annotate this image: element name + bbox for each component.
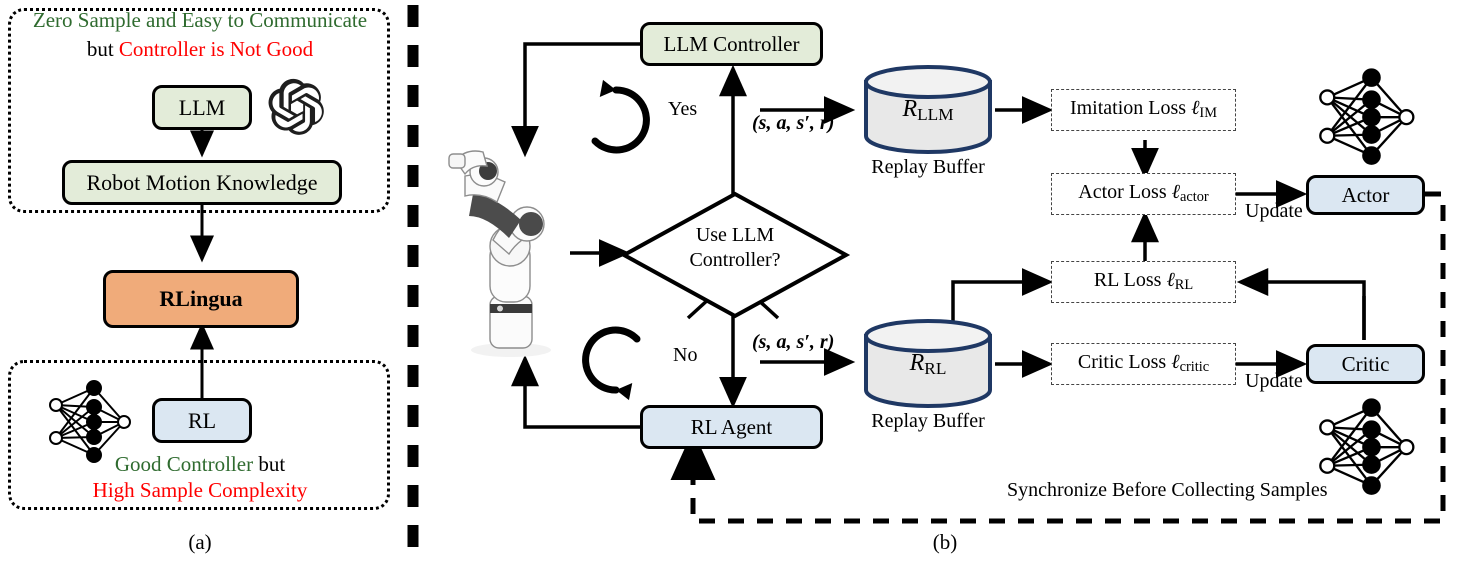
panel-b-box-rl-agent[interactable]: RL Agent [640,405,823,449]
replay-buffer-llm-caption-text: Replay Buffer [871,156,985,178]
panel-b-box-critic-label: Critic [1341,351,1390,376]
panel-b-box-llm-controller-label: LLM Controller [663,31,800,56]
neural-network-icon [1319,68,1415,165]
decision-line1: Use LLM [695,224,775,246]
branch-label-yes-text: Yes [668,98,698,120]
replay-buffer-rl-caption-text: Replay Buffer [871,410,985,432]
panel-a-box-rlingua[interactable]: RLingua [103,270,299,328]
rl-group-line1-suffix: but [253,452,286,476]
loss-box-rl-name: RL Loss [1093,269,1162,292]
panel-b-box-critic[interactable]: Critic [1306,344,1425,384]
figure-root: Zero Sample and Easy to Communicate but … [0,0,1467,565]
loss-box-imitation-subscript: IM [1199,105,1218,122]
panel-b-caption-text: (b) [932,530,958,554]
branch-label-no-text: No [673,344,698,366]
replay-buffer-rl-symbol: RRL [858,350,998,379]
loss-box-rl-subscript: RL [1174,277,1194,294]
panel-a-caption-text: (a) [188,530,212,554]
replay-buffer-llm-symbol-text: R [902,96,918,122]
replay-buffer-rl-caption: Replay Buffer [838,410,1018,433]
panel-b-box-actor-label: Actor [1341,182,1390,207]
rl-group-line2-red: High Sample Complexity [92,478,308,502]
loss-box-actor[interactable]: Actor Loss ℓactor [1051,173,1236,215]
replay-buffer-rl-subscript: RL [924,358,947,378]
rl-group-line1: Good Controller but [18,452,382,477]
panel-b-box-llm-controller[interactable]: LLM Controller [640,22,823,66]
replay-buffer-llm-subscript: LLM [917,104,954,124]
loss-box-actor-symbol: ℓ [1171,181,1180,204]
transition-tuple-rl: (s, a, s′, r) [752,331,835,353]
panel-a-caption: (a) [18,530,382,555]
loss-box-critic-symbol: ℓ [1171,351,1180,374]
panel-divider [407,5,419,550]
update-label-critic: Update [1245,370,1303,393]
panel-b-box-rl-agent-label: RL Agent [690,414,773,439]
update-label-actor: Update [1245,200,1303,223]
update-label-critic-text: Update [1245,370,1303,392]
replay-buffer-rl-symbol-text: R [909,350,925,376]
branch-label-no: No [673,344,697,367]
replay-buffer-llm-caption: Replay Buffer [838,156,1018,179]
robot-arm-photo [448,150,551,357]
panel-b-caption: (b) [430,530,1460,555]
rl-group-line1-green: Good Controller [114,452,254,476]
replay-buffer-llm-symbol: RLLM [858,96,998,125]
loss-box-rl-symbol: ℓ [1166,269,1175,292]
loss-box-imitation[interactable]: Imitation Loss ℓIM [1051,89,1236,131]
sync-label-text: Synchronize Before Collecting Samples [1007,479,1328,501]
panel-a-box-rl[interactable]: RL [152,398,252,443]
loss-box-rl[interactable]: RL Loss ℓRL [1051,261,1236,303]
circular-arrow-icon [591,79,650,154]
branch-label-yes: Yes [668,98,697,121]
update-label-actor-text: Update [1245,200,1303,222]
circular-arrow-icon [582,326,641,401]
panel-a-box-rlingua-label: RLingua [159,286,243,312]
sync-label: Synchronize Before Collecting Samples [1007,479,1327,502]
rl-group-line2: High Sample Complexity [18,478,382,503]
panel-b-box-actor[interactable]: Actor [1306,175,1425,215]
panel-a-box-rl-label: RL [187,407,217,433]
loss-box-critic-subscript: critic [1179,359,1210,376]
decision-line2: Controller? [689,249,781,271]
transition-tuple-llm: (s, a, s′, r) [752,112,835,134]
loss-box-critic-name: Critic Loss [1077,351,1167,374]
loss-box-imitation-name: Imitation Loss [1069,97,1187,120]
loss-box-actor-subscript: actor [1179,189,1209,206]
loss-box-actor-name: Actor Loss [1078,181,1167,204]
loss-box-critic[interactable]: Critic Loss ℓcritic [1051,343,1236,385]
decision-diamond-label: Use LLM Controller? [620,223,850,273]
